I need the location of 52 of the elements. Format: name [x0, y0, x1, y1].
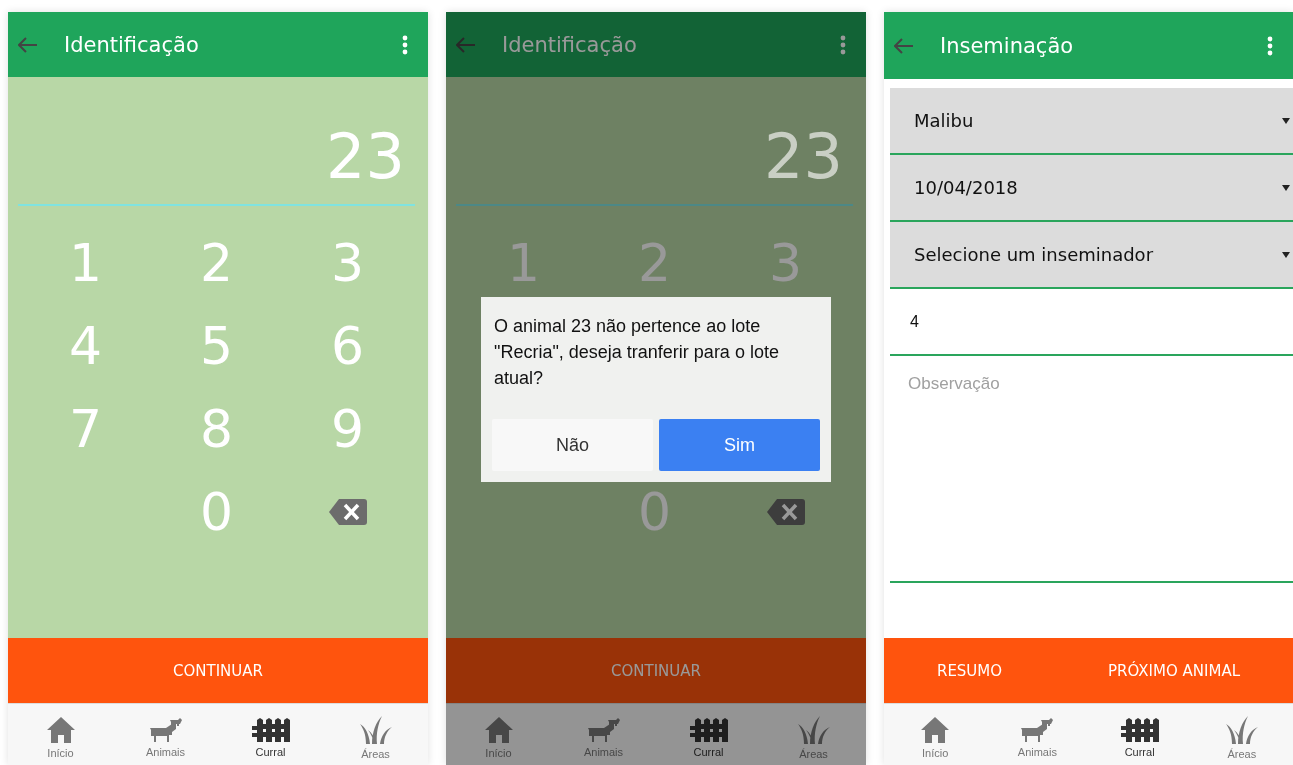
- nav-tab[interactable]: Curral: [663, 711, 754, 758]
- action-button[interactable]: RESUMO: [926, 653, 1013, 688]
- nav-tab[interactable]: Áreas: [330, 709, 421, 760]
- input-field[interactable]: 4: [890, 289, 1293, 356]
- more-options-icon[interactable]: [840, 34, 846, 55]
- caret-icon: [1282, 184, 1290, 191]
- caret-icon: [1282, 251, 1290, 258]
- dropdown-field[interactable]: Selecione um inseminador: [890, 222, 1293, 289]
- nav-tab[interactable]: Áreas: [768, 709, 859, 760]
- backspace-icon[interactable]: [766, 498, 805, 525]
- nav-tab[interactable]: Início: [453, 710, 544, 759]
- dropdown-field[interactable]: 10/04/2018: [890, 155, 1293, 222]
- screen-title: Identificação: [502, 32, 638, 57]
- grass-icon: [797, 715, 830, 744]
- nav-tab[interactable]: Áreas: [1196, 709, 1287, 760]
- nav-tab[interactable]: Animais: [992, 711, 1083, 758]
- screen-title: Identificação: [64, 32, 200, 57]
- cancel-button[interactable]: Não: [492, 419, 653, 471]
- dropdown-value: Malibu: [914, 110, 974, 131]
- confirm-button[interactable]: Sim: [659, 419, 820, 471]
- observation-input[interactable]: Observação: [890, 356, 1293, 581]
- nav-tab[interactable]: Curral: [225, 711, 316, 758]
- dialog-message: O animal 23 não pertence ao lote "Recria", deseja tranferir para o lote atual?: [493, 315, 780, 390]
- more-options-icon[interactable]: [402, 34, 408, 55]
- caret-icon: [1282, 117, 1290, 124]
- action-button[interactable]: CONTINUAR: [163, 653, 273, 688]
- more-options-icon[interactable]: [1267, 35, 1273, 56]
- back-arrow-icon[interactable]: [894, 37, 914, 54]
- fence-icon: [251, 717, 290, 742]
- back-arrow-icon[interactable]: [456, 36, 476, 53]
- action-button[interactable]: CONTINUAR: [601, 653, 711, 688]
- nav-tab[interactable]: Início: [890, 710, 981, 759]
- dropdown-value: 10/04/2018: [914, 177, 1018, 198]
- nav-tab[interactable]: Curral: [1094, 711, 1185, 758]
- back-arrow-icon[interactable]: [18, 36, 38, 53]
- dropdown-value: Selecione um inseminador: [914, 244, 1154, 265]
- nav-tab[interactable]: Início: [15, 710, 106, 759]
- house-icon: [484, 716, 513, 743]
- nav-tab[interactable]: Animais: [558, 711, 649, 758]
- grass-icon: [1225, 715, 1258, 744]
- entered-number: 23: [326, 126, 405, 188]
- backspace-icon[interactable]: [328, 498, 367, 525]
- fence-icon: [1120, 717, 1159, 742]
- grass-icon: [359, 715, 392, 744]
- dropdown-field[interactable]: Malibu: [890, 88, 1293, 155]
- screen-title: Inseminação: [940, 33, 1075, 58]
- action-button[interactable]: PRÓXIMO ANIMAL: [1098, 653, 1251, 688]
- fence-icon: [689, 717, 728, 742]
- house-icon: [46, 716, 75, 743]
- nav-tab[interactable]: Animais: [120, 711, 211, 758]
- house-icon: [921, 716, 950, 743]
- entered-number: 23: [764, 126, 843, 188]
